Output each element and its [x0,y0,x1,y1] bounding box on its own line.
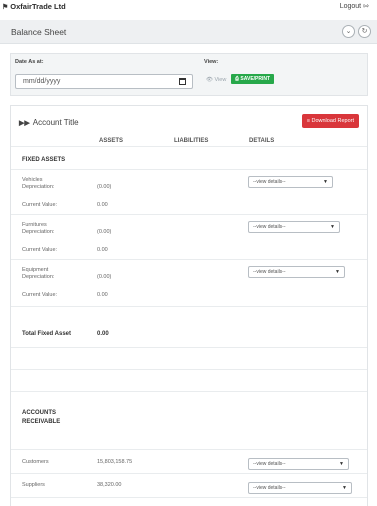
depreciation-label: Depreciation: [22,274,55,280]
depreciation-value: (0.00) [97,184,112,190]
fixed-assets-heading: FIXED ASSETS [22,157,66,163]
divider [11,497,367,498]
caret-down-icon: ▼ [323,179,328,185]
receivable-value: 38,320.00 [97,482,122,488]
refresh-button[interactable]: ↻ [358,25,371,38]
details-select-value: --view details-- [253,461,286,467]
asset-name: Equipment [22,267,49,273]
divider [11,449,367,450]
details-select[interactable]: --view details-- ▼ [248,482,352,494]
logout-icon: ⇰ [363,3,369,10]
list-icon: ≡ [306,118,310,124]
save-print-button[interactable]: ⎙ SAVE/PRINT [231,74,275,84]
col-liabilities: LIABILITIES [174,138,209,144]
depreciation-label: Depreciation: [22,184,55,190]
depreciation-label: Depreciation: [22,229,55,235]
brand-name: OxfairTrade Ltd [10,2,66,11]
page-title: Balance Sheet [11,27,67,37]
current-value: 0.00 [97,247,108,253]
caret-down-icon: ▼ [330,224,335,230]
divider [11,369,367,370]
details-select[interactable]: --view details-- ▼ [248,176,333,188]
depreciation-value: (0.00) [97,229,112,235]
logout-link[interactable]: Logout ⇰ [340,2,369,10]
details-select-value: --view details-- [253,179,286,185]
details-select[interactable]: --view details-- ▼ [248,458,349,470]
current-value: 0.00 [97,292,108,298]
download-report-button[interactable]: ≡ Download Report [301,114,359,128]
divider [11,473,367,474]
total-fixed-asset-value: 0.00 [97,331,109,337]
divider [11,391,367,392]
receivable-value: 15,803,158.75 [97,459,133,465]
current-value-label: Current Value: [22,292,58,298]
caret-down-icon: ▼ [335,269,340,275]
page-header: Balance Sheet ⌄ ↻ [0,20,377,44]
calendar-icon[interactable] [179,78,186,85]
current-value-label: Current Value: [22,202,58,208]
current-value: 0.00 [97,202,108,208]
view-label: View: [204,59,219,65]
details-select[interactable]: --view details-- ▼ [248,221,340,233]
logout-label: Logout [339,3,362,10]
view-link[interactable]: 👁 View [206,77,226,83]
report-panel: ▶▶ Account Title ≡ Download Report ASSETS… [10,105,368,506]
receivable-heading-line2: RECEIVABLE [22,419,61,425]
refresh-icon: ↻ [361,28,368,35]
account-title: ▶▶ Account Title [19,118,79,127]
current-value-label: Current Value: [22,247,58,253]
receivable-name: Customers [22,459,49,465]
divider [11,169,367,170]
date-placeholder: mm/dd/yyyy [23,78,61,85]
depreciation-value: (0.00) [97,274,112,280]
home-icon: ⚑ [2,4,9,11]
download-label: Download Report [311,118,355,124]
eye-icon: 👁 [206,77,213,83]
save-print-label: SAVE/PRINT [240,76,271,82]
filter-panel: Date As at: View: mm/dd/yyyy 👁 View ⎙ SA… [10,53,368,96]
details-select-value: --view details-- [253,485,286,491]
receivable-name: Suppliers [22,482,45,488]
date-label: Date As at: [15,59,44,65]
caret-down-icon: ▼ [339,461,344,467]
view-link-label: View [214,77,227,83]
col-details: DETAILS [249,138,275,144]
divider [11,259,367,260]
asset-name: Vehicles [22,177,43,183]
caret-down-icon: ▼ [342,485,347,491]
top-bar: ⚑ OxfairTrade Ltd Logout ⇰ [0,0,377,14]
print-icon: ⎙ [235,76,240,82]
asset-name: Furnitures [22,222,47,228]
col-assets: ASSETS [99,138,124,144]
details-select-value: --view details-- [253,224,286,230]
chevron-down-icon: ⌄ [345,28,352,35]
account-title-label: Account Title [32,118,79,127]
divider [11,146,367,147]
divider [11,347,367,348]
forward-icon: ▶▶ [19,120,30,127]
collapse-button[interactable]: ⌄ [342,25,355,38]
details-select-value: --view details-- [253,269,286,275]
total-fixed-asset-label: Total Fixed Asset [22,331,72,337]
brand[interactable]: ⚑ OxfairTrade Ltd [2,2,66,11]
date-input[interactable]: mm/dd/yyyy [15,74,193,89]
divider [11,214,367,215]
details-select[interactable]: --view details-- ▼ [248,266,345,278]
receivable-heading-line1: ACCOUNTS [22,410,56,416]
divider [11,306,367,307]
